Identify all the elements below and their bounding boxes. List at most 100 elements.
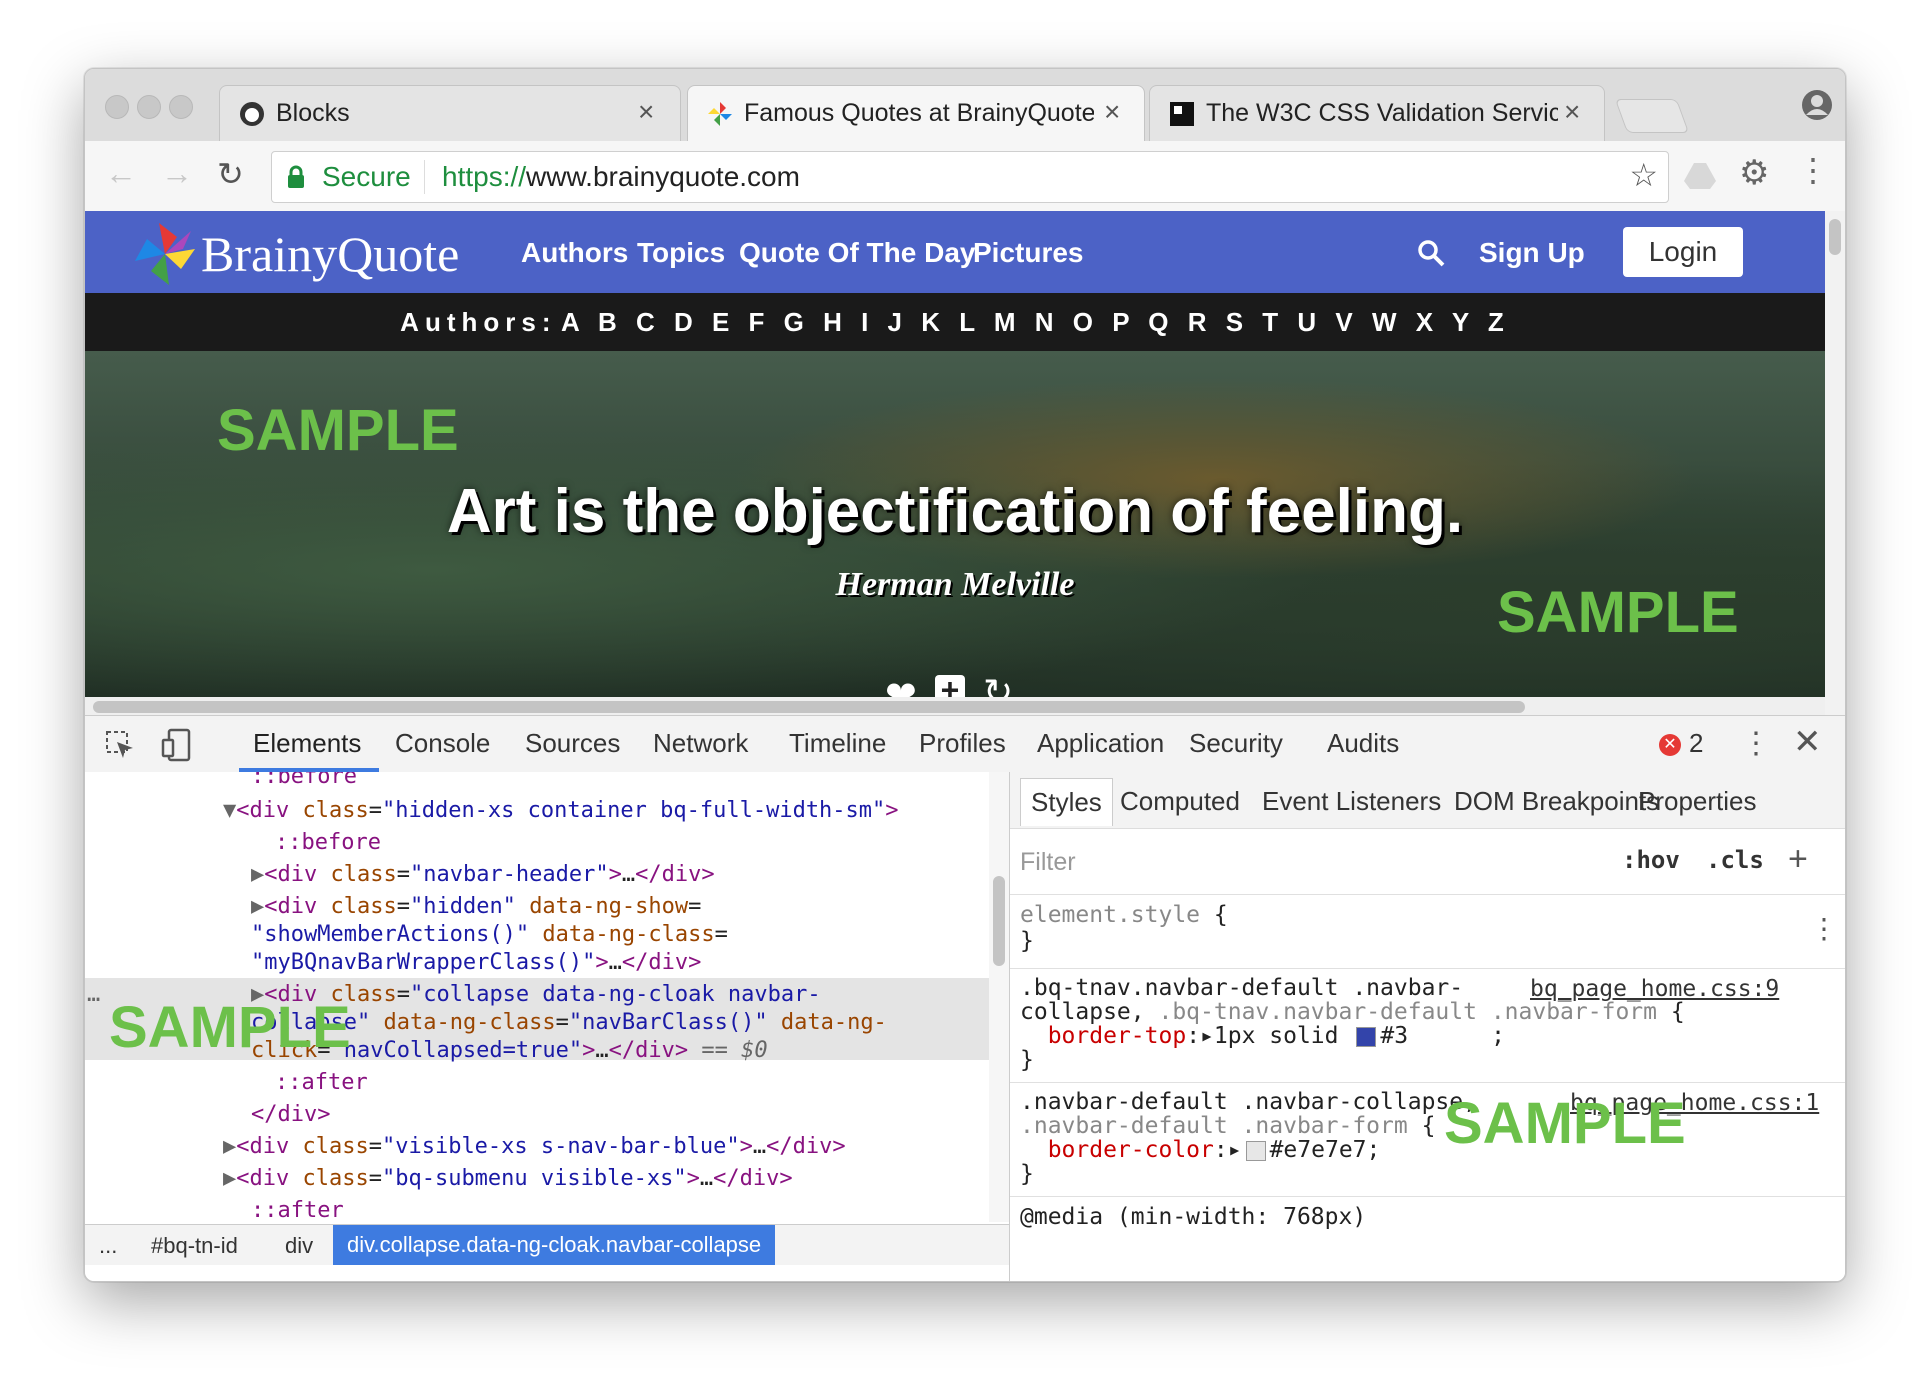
- css-media-query[interactable]: @media (min-width: 768px): [1020, 1204, 1366, 1230]
- tab-security[interactable]: Security: [1189, 728, 1283, 759]
- filter-divider: [1010, 894, 1845, 895]
- dom-line[interactable]: ▶<div class="bq-submenu visible-xs">…</d…: [223, 1166, 793, 1191]
- tab-computed[interactable]: Computed: [1120, 786, 1240, 817]
- minimize-window-button[interactable]: [137, 95, 161, 119]
- authors-alphabet-bar: Authors: A B C D E F G H I J K L M N O P…: [85, 293, 1825, 351]
- tab-dom-breakpoints[interactable]: DOM Breakpoints: [1454, 786, 1659, 817]
- dom-line[interactable]: ::after: [251, 1198, 344, 1222]
- menu-kebab-icon[interactable]: ⋮: [1797, 151, 1829, 189]
- tab-timeline[interactable]: Timeline: [789, 728, 886, 759]
- dom-line[interactable]: </div>: [251, 1102, 330, 1127]
- tab-network[interactable]: Network: [653, 728, 748, 759]
- rule-divider: [1010, 968, 1845, 969]
- css-rule-navbar-default[interactable]: .navbar-default .navbar-collapse, .navba…: [1020, 1090, 1477, 1186]
- zoom-window-button[interactable]: [169, 95, 193, 119]
- styles-filter-input[interactable]: Filter: [1020, 848, 1076, 877]
- tab-title: Blocks: [276, 99, 350, 127]
- tab-profiles[interactable]: Profiles: [919, 728, 1006, 759]
- back-icon[interactable]: ←: [105, 155, 137, 192]
- url-scheme: https://: [442, 161, 527, 192]
- elements-tree[interactable]: ::before ▼<div class="hidden-xs containe…: [85, 772, 1009, 1222]
- sample-watermark: SAMPLE: [109, 995, 351, 1060]
- tab-close-icon[interactable]: ×: [1104, 96, 1120, 128]
- tab-properties[interactable]: Properties: [1638, 786, 1757, 817]
- elements-scrollbar[interactable]: [989, 772, 1009, 1222]
- quote-author[interactable]: Herman Melville: [85, 566, 1825, 604]
- tab-blocks[interactable]: Blocks ×: [219, 85, 681, 141]
- search-icon[interactable]: [1417, 239, 1445, 267]
- profile-icon[interactable]: [1801, 89, 1833, 121]
- address-bar[interactable]: Secure https://www.brainyquote.com ☆: [271, 151, 1669, 203]
- breadcrumb-div[interactable]: div: [285, 1233, 313, 1259]
- breadcrumb-selected[interactable]: div.collapse.data-ng-cloak.navbar-collap…: [333, 1225, 776, 1265]
- rule-divider: [1010, 1082, 1845, 1083]
- tab-event-listeners[interactable]: Event Listeners: [1262, 786, 1441, 817]
- bookmark-star-icon[interactable]: ☆: [1629, 156, 1658, 194]
- login-button[interactable]: Login: [1623, 227, 1743, 277]
- dom-line[interactable]: ▼<div class="hidden-xs container bq-full…: [223, 798, 899, 823]
- new-tab-button[interactable]: [1614, 99, 1690, 133]
- sample-watermark: SAMPLE: [217, 398, 459, 463]
- tab-close-icon[interactable]: ×: [638, 96, 654, 128]
- tab-brainyquote[interactable]: Famous Quotes at BrainyQuote ×: [687, 85, 1145, 141]
- dom-line-ellipsis[interactable]: …: [87, 982, 100, 1007]
- tab-application[interactable]: Application: [1037, 728, 1164, 759]
- device-toolbar-icon[interactable]: [161, 728, 191, 762]
- devtools-panel: Elements Console Sources Network Timelin…: [85, 715, 1845, 1281]
- url-text[interactable]: https://www.brainyquote.com: [442, 161, 800, 193]
- tab-strip: Blocks × Famous Quotes at BrainyQuote × …: [85, 69, 1845, 141]
- tab-w3c[interactable]: The W3C CSS Validation Service ×: [1149, 85, 1605, 141]
- page-horizontal-scroll-thumb[interactable]: [93, 701, 1525, 713]
- signup-link[interactable]: Sign Up: [1479, 237, 1585, 269]
- quote-text[interactable]: Art is the objectification of feeling.: [85, 476, 1825, 547]
- devtools-menu-icon[interactable]: ⋮: [1741, 726, 1771, 761]
- tab-elements[interactable]: Elements: [253, 728, 361, 759]
- page-viewport: BrainyQuote Authors Topics Quote Of The …: [85, 211, 1825, 715]
- css-source-link[interactable]: bq_page_home.css:9: [1530, 976, 1779, 1002]
- dom-line[interactable]: ▶<div class="visible-xs s-nav-bar-blue">…: [223, 1134, 846, 1159]
- close-window-button[interactable]: [105, 95, 129, 119]
- dom-line[interactable]: "myBQnavBarWrapperClass()">…</div>: [251, 950, 701, 975]
- page-vertical-scroll-thumb[interactable]: [1829, 219, 1841, 255]
- sample-watermark: SAMPLE: [1444, 1091, 1686, 1156]
- reload-icon[interactable]: ↻: [217, 155, 244, 193]
- element-style-rule[interactable]: element.style { }: [1020, 902, 1228, 954]
- dom-line[interactable]: ▶<div class="navbar-header">…</div>: [251, 862, 715, 887]
- rule-menu-icon[interactable]: ⋮: [1810, 912, 1838, 945]
- brainyquote-logo-icon[interactable]: [129, 219, 201, 289]
- nav-authors[interactable]: Authors: [521, 237, 628, 269]
- dom-line[interactable]: ::after: [275, 1070, 368, 1095]
- dom-line[interactable]: ::before: [275, 830, 381, 855]
- dom-line[interactable]: "showMemberActions()" data-ng-class=: [251, 922, 728, 947]
- error-counter[interactable]: ✕ 2: [1659, 728, 1703, 759]
- alphabet-links[interactable]: A B C D E F G H I J K L M N O P Q R S T …: [561, 307, 1510, 337]
- rule-divider: [1010, 1196, 1845, 1197]
- nav-pictures[interactable]: Pictures: [973, 237, 1084, 269]
- drive-extension-icon[interactable]: [1683, 161, 1717, 191]
- tab-sources[interactable]: Sources: [525, 728, 620, 759]
- breadcrumb-bq-tn-id[interactable]: #bq-tn-id: [151, 1233, 238, 1259]
- tab-audits[interactable]: Audits: [1327, 728, 1399, 759]
- site-logo[interactable]: BrainyQuote: [201, 225, 459, 283]
- add-rule-icon[interactable]: +: [1788, 840, 1808, 879]
- dom-line[interactable]: ▶<div class="hidden" data-ng-show=: [251, 894, 701, 919]
- site-header: BrainyQuote Authors Topics Quote Of The …: [85, 211, 1825, 293]
- breadcrumb-ellipsis[interactable]: ...: [99, 1233, 117, 1259]
- forward-icon[interactable]: →: [161, 155, 193, 192]
- page-vertical-scrollbar[interactable]: [1825, 211, 1845, 715]
- nav-quote-of-the-day[interactable]: Quote Of The Day: [739, 237, 975, 269]
- hov-toggle[interactable]: :hov: [1622, 846, 1680, 874]
- nav-topics[interactable]: Topics: [637, 237, 725, 269]
- styles-tabbar: Styles Computed Event Listeners DOM Brea…: [1010, 772, 1845, 829]
- cls-toggle[interactable]: .cls: [1706, 846, 1764, 874]
- tab-styles[interactable]: Styles: [1020, 778, 1113, 826]
- inspect-element-icon[interactable]: [105, 730, 135, 760]
- devtools-close-icon[interactable]: ✕: [1793, 722, 1822, 762]
- omnibox-separator: [424, 160, 425, 194]
- gear-icon[interactable]: ⚙: [1739, 153, 1769, 193]
- elements-scroll-thumb[interactable]: [993, 876, 1005, 966]
- styles-pane: Styles Computed Event Listeners DOM Brea…: [1009, 772, 1845, 1281]
- dom-line[interactable]: ::before: [251, 772, 357, 789]
- tab-console[interactable]: Console: [395, 728, 490, 759]
- tab-close-icon[interactable]: ×: [1564, 96, 1580, 128]
